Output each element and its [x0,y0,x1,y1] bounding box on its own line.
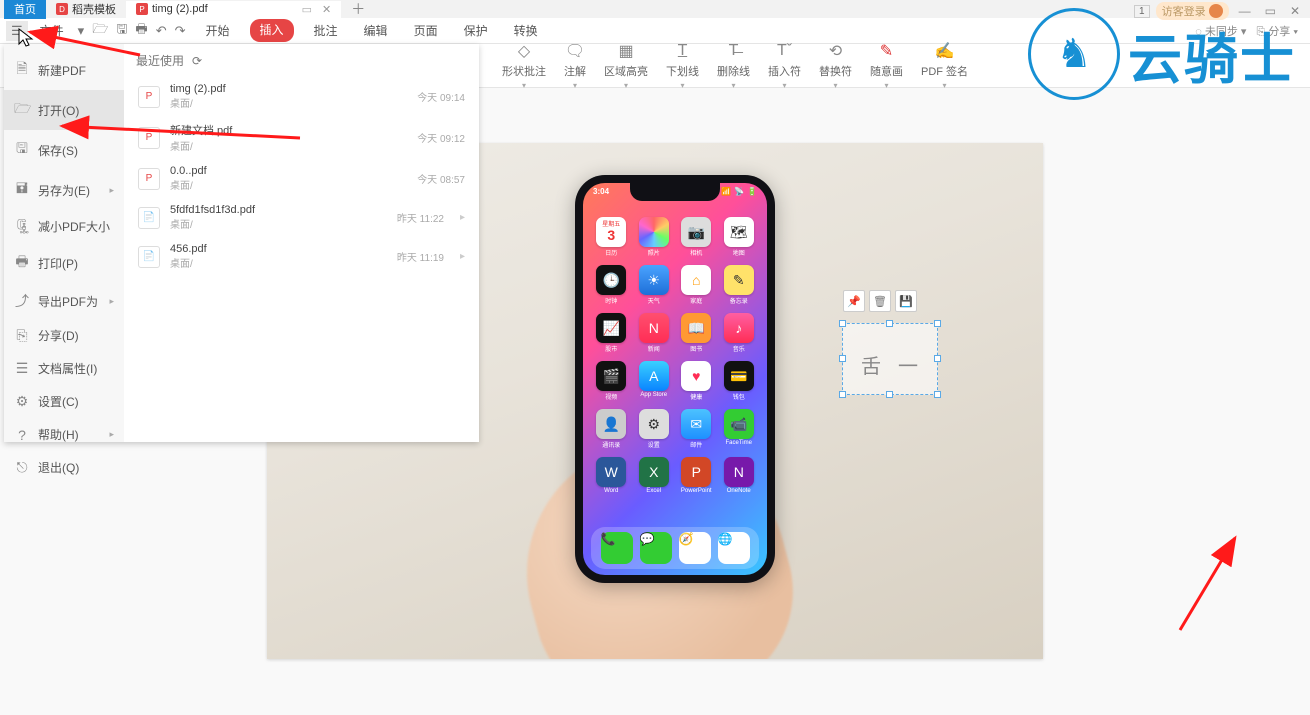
hamburger-button[interactable]: ☰ [6,21,28,41]
signature-icon: ✍ [935,41,955,61]
highlight-icon: ▦ [616,41,636,61]
phone-frame: 3:04 📶📡🔋 星期五3日历 照片 📷相机 🗺地图 🕒时钟 ☀天气 ⌂家庭 ✎… [575,175,775,583]
exit-icon: ⎋ [14,459,30,476]
file-menu-dropdown: 🗎新建PDF 🗁打开(O) 🖫保存(S) 🖬另存为(E)▸ 🗜减小PDF大小 🖶… [4,44,479,442]
recent-item[interactable]: 📄 5fdfd1fsd1f3d.pdf桌面/ 昨天 11:22▸ [136,198,467,237]
save-icon: 🖫 [14,138,30,162]
saveas-icon: 🖬 [14,178,30,202]
doc-icon: D [56,3,68,15]
tab-page[interactable]: 页面 [408,19,444,42]
tool-replace-sym[interactable]: ⟲替换符▾ [819,41,852,90]
menu-export[interactable]: ⤴导出PDF为▸ [4,283,124,319]
menu-reduce[interactable]: 🗜减小PDF大小 [4,210,124,243]
recent-item[interactable]: P 新建文档.pdf桌面/ 今天 09:12 [136,116,467,159]
note-icon: 🗨 [565,41,585,61]
signature-text: 舌 一 [861,350,924,379]
save-icon[interactable]: 🖫 [114,18,129,44]
tool-strike[interactable]: T̶删除线▾ [717,41,750,90]
tool-insert-sym[interactable]: Tˇ插入符▾ [768,41,801,90]
tab-protect[interactable]: 保护 [458,19,494,42]
phone-notch [630,183,720,201]
share-icon: ⎘ [14,327,30,344]
tab-file[interactable]: P timg (2).pdf ▭ ✕ [126,1,341,18]
watermark-logo: ♞ 云骑士 [1028,8,1296,100]
help-icon: ? [14,427,30,443]
shape-icon: ◇ [514,41,534,61]
phone-status-icons: 📶📡🔋 [721,187,757,196]
tab-convert[interactable]: 转换 [508,19,544,42]
dropdown-icon[interactable]: ▾ [76,21,87,41]
menu-saveas[interactable]: 🖬另存为(E)▸ [4,170,124,210]
pdf-file-icon: P [138,127,160,149]
menu-help[interactable]: ?帮助(H)▸ [4,418,124,451]
menu-props[interactable]: ☰文档属性(I) [4,352,124,385]
recent-files-panel: 最近使用 ⟳ P timg (2).pdf桌面/ 今天 09:14 P 新建文档… [124,44,479,442]
pdf-file-icon: P [138,168,160,190]
recent-header: 最近使用 ⟳ [136,52,467,69]
menu-settings[interactable]: ⚙设置(C) [4,385,124,418]
tool-signature[interactable]: ✍PDF 签名▾ [921,41,968,90]
props-icon: ☰ [14,360,30,377]
folder-icon: 🗁 [14,98,30,122]
file-menu-button[interactable]: 文件 [32,19,72,42]
new-icon: 🗎 [14,58,30,82]
pin-button[interactable]: 📌 [843,290,865,312]
menu-tabs: 开始 插入 批注 编辑 页面 保护 转换 [194,19,544,42]
recent-item[interactable]: 📄 456.pdf桌面/ 昨天 11:19▸ [136,237,467,276]
replace-icon: ⟲ [826,41,846,61]
print-icon[interactable]: 🖶 [133,18,149,44]
watermark-text: 云骑士 [1128,15,1296,94]
tool-shape-annot[interactable]: ◇形状批注▾ [502,41,546,90]
phone-time: 3:04 [593,187,609,196]
tab-insert[interactable]: 插入 [250,19,294,42]
refresh-icon[interactable]: ⟳ [192,54,202,68]
knight-icon: ♞ [1056,31,1092,77]
delete-button[interactable]: 🗑 [869,290,891,312]
menu-share[interactable]: ⎘分享(D) [4,319,124,352]
menu-exit[interactable]: ⎋退出(Q) [4,451,124,484]
menu-open[interactable]: 🗁打开(O) [4,90,124,130]
tool-note[interactable]: 🗨注解▾ [564,41,586,90]
file-menu-list: 🗎新建PDF 🗁打开(O) 🖫保存(S) 🖬另存为(E)▸ 🗜减小PDF大小 🖶… [4,44,124,442]
tab-template[interactable]: D 稻壳模板 [46,0,126,19]
recent-item[interactable]: P timg (2).pdf桌面/ 今天 09:14 [136,77,467,116]
undo-icon[interactable]: ↶ [154,21,169,41]
tool-freehand[interactable]: ✎随意画▾ [870,41,903,90]
app-grid: 星期五3日历 照片 📷相机 🗺地图 🕒时钟 ☀天气 ⌂家庭 ✎备忘录 📈股市 N… [593,217,757,523]
gear-icon: ⚙ [14,393,30,410]
compress-icon: 🗜 [14,218,30,235]
underline-icon: T̲ [673,41,693,61]
tab-close-icon[interactable]: ✕ [322,3,331,16]
save-sig-button[interactable]: 💾 [895,290,917,312]
menu-print[interactable]: 🖶打印(P) [4,243,124,283]
tab-start[interactable]: 开始 [200,19,236,42]
export-icon: ⤴ [14,291,30,311]
signature-box[interactable]: 📌 🗑 💾 舌 一 [842,323,938,395]
menu-save[interactable]: 🖫保存(S) [4,130,124,170]
tool-highlight[interactable]: ▦区域高亮▾ [604,41,648,90]
phone-dock: 📞 💬 🧭 🌐 [591,527,759,569]
menu-new[interactable]: 🗎新建PDF [4,50,124,90]
quick-access-toolbar: ☰ 文件 ▾ 🗁 🖫 🖶 ↶ ↷ [0,18,194,44]
tab-restore-icon[interactable]: ▭ [302,3,312,16]
open-icon[interactable]: 🗁 [90,18,110,44]
tab-annotate[interactable]: 批注 [308,19,344,42]
pdf-file-icon: P [138,86,160,108]
file-icon: 📄 [138,246,160,268]
tool-underline[interactable]: T̲下划线▾ [666,41,699,90]
signature-toolbar: 📌 🗑 💾 [843,290,917,312]
strike-icon: T̶ [724,41,744,61]
tab-add-button[interactable]: ＋ [341,0,375,19]
print-icon: 🖶 [14,251,30,275]
pencil-icon: ✎ [877,41,897,61]
file-icon: 📄 [138,207,160,229]
pdf-icon: P [136,3,148,15]
tab-edit[interactable]: 编辑 [358,19,394,42]
caret-icon: Tˇ [775,41,795,61]
redo-icon[interactable]: ↷ [173,21,188,41]
tab-home[interactable]: 首页 [4,0,46,19]
recent-item[interactable]: P 0.0..pdf桌面/ 今天 08:57 [136,159,467,198]
